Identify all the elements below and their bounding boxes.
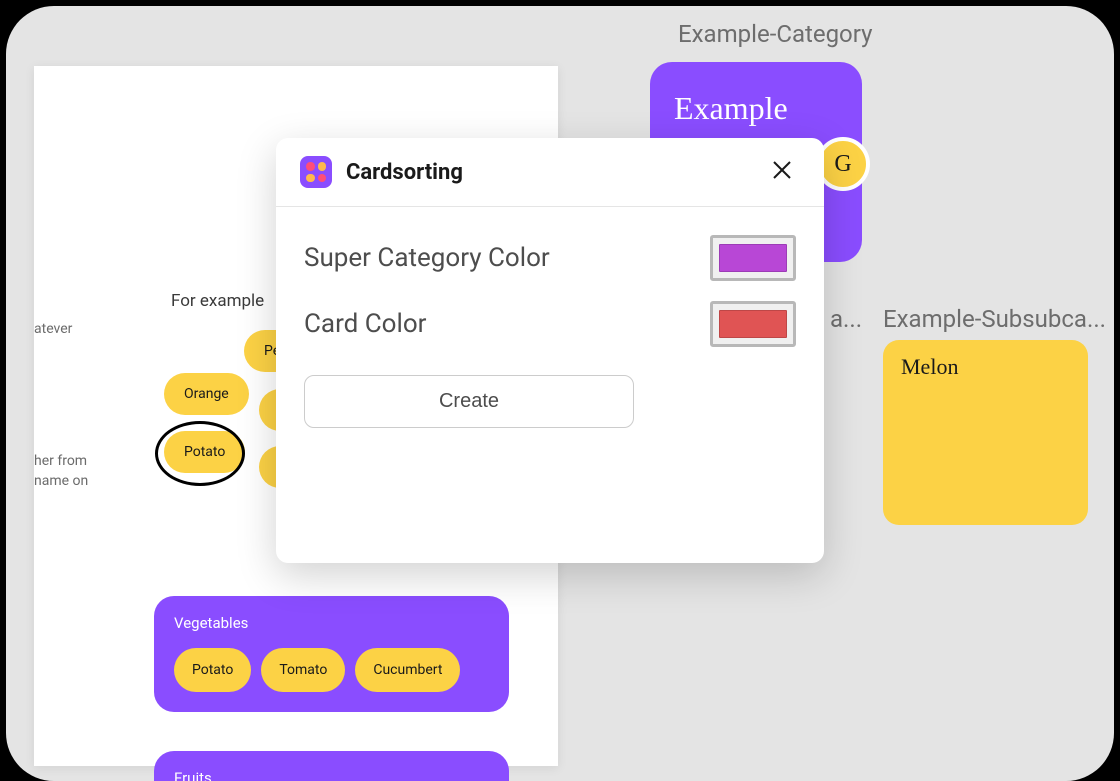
group-vegetables[interactable]: Vegetables Potato Tomato Cucumbert	[154, 596, 509, 712]
canvas-surface: For example atever her from name on Peac…	[6, 6, 1114, 781]
card-color-label: Card Color	[304, 309, 426, 339]
card-melon[interactable]: Melon	[883, 340, 1088, 525]
group-title-vegetables: Vegetables	[174, 614, 489, 632]
group-title-fruits: Fruits	[174, 769, 489, 781]
create-button[interactable]: Create	[304, 375, 634, 428]
for-example-label: For example	[171, 291, 264, 311]
card-tomato-grouped[interactable]: Tomato	[261, 648, 345, 692]
dialog-header: Cardsorting	[276, 138, 824, 207]
example-category-label: Example-Category	[678, 20, 872, 48]
x-icon	[772, 160, 792, 180]
group-fruits[interactable]: Fruits Orange Peach Banana	[154, 751, 509, 781]
avatar-badge: G	[816, 137, 870, 191]
cropped-text-left-top: atever	[34, 321, 72, 337]
card-orange[interactable]: Orange	[164, 373, 249, 415]
cardsorting-app-icon	[300, 156, 332, 188]
example-subsubcategory-label: Example-Subsubca...	[883, 305, 1106, 333]
example-category-card-text: Example	[674, 90, 788, 126]
super-category-color-label: Super Category Color	[304, 243, 550, 273]
cropped-text-left-mid: her from name on	[34, 452, 88, 491]
dialog-body: Super Category Color Card Color Create	[276, 207, 824, 456]
card-potato-grouped[interactable]: Potato	[174, 648, 251, 692]
swatch-color-preview	[719, 244, 787, 272]
swatch-color-preview	[719, 310, 787, 338]
option-card-color: Card Color	[304, 301, 796, 347]
dialog-title: Cardsorting	[346, 160, 463, 185]
example-subcategory-label-cropped: a...	[830, 305, 862, 333]
card-color-swatch[interactable]	[710, 301, 796, 347]
cardsorting-dialog: Cardsorting Super Category Color Card Co…	[276, 138, 824, 563]
close-icon[interactable]	[764, 154, 800, 190]
super-category-color-swatch[interactable]	[710, 235, 796, 281]
card-cucumbert-grouped[interactable]: Cucumbert	[355, 648, 460, 692]
card-potato[interactable]: Potato	[164, 431, 245, 473]
option-super-category-color: Super Category Color	[304, 235, 796, 281]
